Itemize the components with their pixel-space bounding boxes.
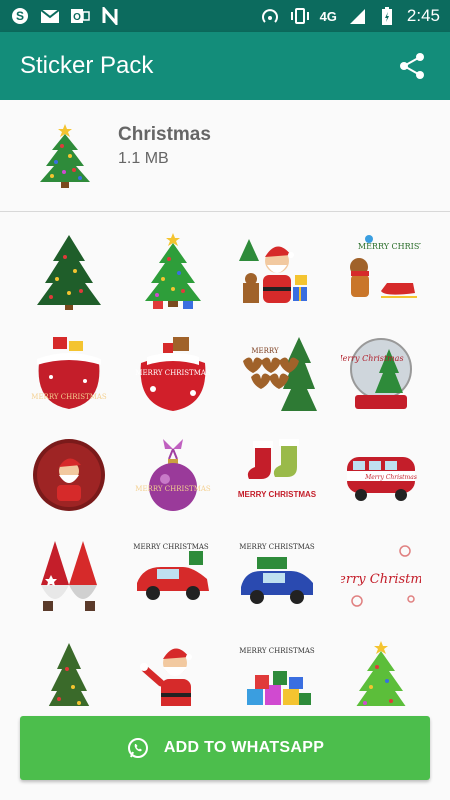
sticker-gingerbread-hearts-tree[interactable]: MERRY [234,330,320,416]
red-vintage-car-icon: MERRY CHRISTMAS [133,543,209,600]
gift-sack-santa-icon: MERRY CHRISTMAS [135,337,211,411]
network-type: 4G [319,8,337,24]
sticker-blue-vintage-car[interactable]: MERRY CHRISTMAS [234,534,320,620]
santa-waving-icon [140,648,192,706]
purple-ornament-icon: MERRY CHRISTMAS [135,439,211,511]
sticker-caption: MERRY CHRISTMAS [239,543,315,551]
pack-header: Christmas 1.1 MB [0,100,450,212]
sticker-caption: MERRY CHRISTMAS [135,485,211,493]
sticker-santa-with-gifts[interactable] [234,228,320,314]
christmas-tree-dark-icon [37,235,101,310]
sticker-caption: Merry Christmas [364,474,417,481]
whatsapp-icon [127,738,148,758]
sticker-reindeer-sleigh[interactable]: MERRY CHRISTMAS [338,228,424,314]
santa-ornament-ball-icon [33,439,105,511]
sticker-purple-ornament[interactable]: MERRY CHRISTMAS [130,432,216,518]
battery-charging-icon [377,7,397,25]
christmas-tree-tall-icon [48,643,90,706]
gnomes-icon [41,541,97,611]
share-icon [400,53,424,79]
christmas-tree-icon [34,120,96,190]
sticker-vw-bus[interactable]: Merry Christmas [338,432,424,518]
christmas-tree-bright-icon [356,641,406,706]
sticker-christmas-tree-decorated[interactable] [130,228,216,314]
sticker-santa-ornament-ball[interactable] [26,432,112,518]
svg-text:O: O [73,12,81,23]
santa-with-gifts-icon [239,239,307,303]
sticker-caption: Merry Christmas [341,572,421,587]
sticker-snow-globe[interactable]: Merry Christmas [338,330,424,416]
christmas-tree-decorated-icon [145,233,201,309]
blue-vintage-car-icon: MERRY CHRISTMAS [239,543,315,604]
svg-text:S: S [16,9,24,23]
sticker-caption: MERRY CHRISTMAS [238,490,317,499]
snow-globe-icon: Merry Christmas [341,338,412,409]
status-bar: S O 4G 2:45 [0,0,450,32]
vibrate-icon [290,7,310,25]
sticker-gift-sack-santa[interactable]: MERRY CHRISTMAS [130,330,216,416]
hotspot-icon [260,7,280,25]
share-button[interactable] [394,48,430,84]
sticker-caption: MERRY CHRISTMAS [239,647,315,655]
sticker-caption: MERRY [251,347,279,355]
sticker-santa-waving[interactable] [130,636,216,706]
pack-name: Christmas [118,124,211,145]
sticker-merry-christmas-script[interactable]: Merry Christmas [338,534,424,620]
gingerbread-hearts-tree-icon: MERRY [243,337,317,411]
sticker-caption: MERRY CHRISTMAS [135,369,211,377]
signal-icon [347,7,367,25]
sticker-stockings[interactable]: MERRY CHRISTMAS [234,432,320,518]
skype-icon: S [10,7,30,25]
app-title: Sticker Pack [20,52,154,79]
add-to-whatsapp-label: ADD TO WHATSAPP [163,739,325,756]
merry-christmas-script-icon: Merry Christmas [341,545,421,607]
sticker-christmas-tree-tall[interactable] [26,636,112,706]
gift-sack-red-icon: MERRY CHRISTMAS [31,337,107,409]
sticker-caption: MERRY CHRISTMAS [358,242,421,251]
sticker-caption: MERRY CHRISTMAS [133,543,209,551]
sticker-gift-boxes-pile[interactable]: MERRY CHRISTMAS [234,636,320,706]
sticker-red-vintage-car[interactable]: MERRY CHRISTMAS [130,534,216,620]
sticker-grid[interactable]: MERRY CHRISTMAS MERRY CHRISTMAS MERRY CH… [22,228,432,706]
sticker-caption: Merry Christmas [341,354,404,363]
stockings-icon: MERRY CHRISTMAS [238,439,317,499]
gmail-icon [40,7,60,25]
vw-bus-icon: Merry Christmas [347,457,417,501]
reindeer-sleigh-icon: MERRY CHRISTMAS [350,235,421,298]
pack-size: 1.1 MB [118,150,169,167]
sticker-christmas-tree-bright[interactable] [338,636,424,706]
add-to-whatsapp-button[interactable]: ADD TO WHATSAPP [20,716,430,780]
sticker-caption: MERRY CHRISTMAS [31,393,107,401]
gift-boxes-pile-icon: MERRY CHRISTMAS [239,647,315,705]
sticker-gnomes[interactable] [26,534,112,620]
notification-icons: S O [10,7,120,25]
sticker-gift-sack-red[interactable]: MERRY CHRISTMAS [26,330,112,416]
outlook-icon: O [70,7,90,25]
clock: 2:45 [406,6,440,25]
sticker-christmas-tree-dark[interactable] [26,228,112,314]
system-status: 4G 2:45 [260,6,440,26]
app-bar: Sticker Pack [0,32,450,100]
n-app-icon [100,7,120,25]
